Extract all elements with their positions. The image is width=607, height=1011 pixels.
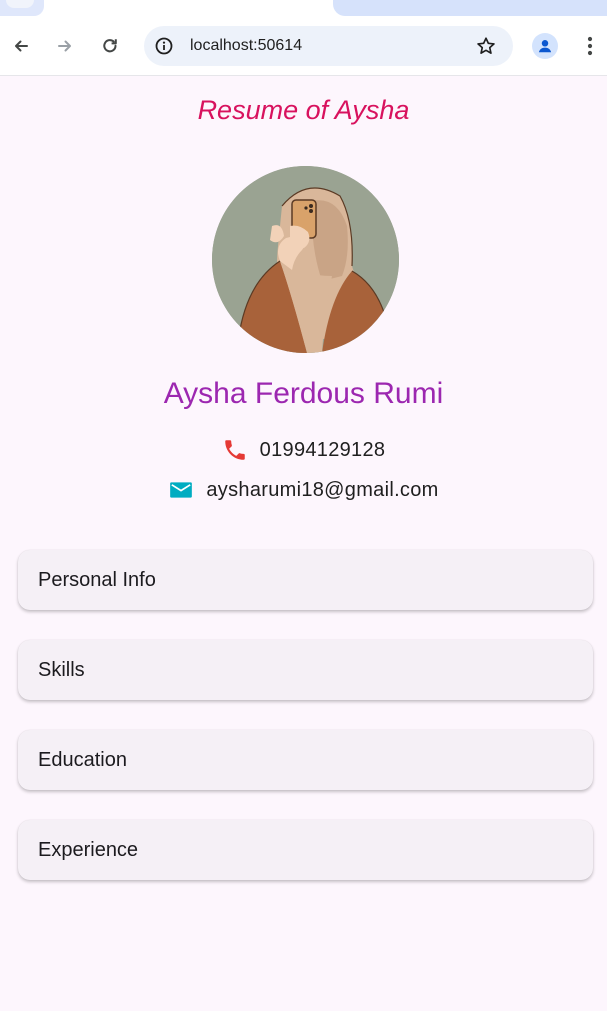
page-content: Resume of Aysha Aysha Ferdous Rumi 01994…	[0, 77, 607, 1011]
star-outline-icon	[477, 37, 495, 54]
info-circle-icon	[155, 37, 173, 55]
browser-menu-button[interactable]	[580, 32, 600, 60]
envelope-icon	[168, 477, 194, 503]
browser-tab[interactable]	[0, 0, 44, 16]
arrow-right-icon	[58, 40, 71, 52]
address-bar[interactable]: localhost:50614	[144, 26, 513, 66]
section-experience[interactable]: Experience	[18, 820, 593, 880]
avatar-illustration	[212, 166, 399, 353]
page-title: Resume of Aysha	[197, 95, 410, 125]
email-row: aysharumi18@gmail.com	[0, 477, 607, 503]
browser-tab-strip-area	[333, 0, 607, 16]
reload-button[interactable]	[94, 30, 126, 62]
avatar	[212, 166, 399, 353]
section-personal-info[interactable]: Personal Info	[18, 550, 593, 610]
url-text[interactable]: localhost:50614	[190, 37, 302, 55]
reload-icon	[103, 39, 117, 53]
forward-button[interactable]	[49, 30, 81, 62]
section-skills[interactable]: Skills	[18, 640, 593, 700]
back-button[interactable]	[5, 30, 37, 62]
email-address[interactable]: aysharumi18@gmail.com	[206, 479, 438, 502]
browser-tab-strip	[0, 0, 607, 16]
bookmark-button[interactable]	[475, 35, 497, 57]
arrow-left-icon	[15, 40, 28, 52]
person-name: Aysha Ferdous Rumi	[163, 377, 444, 410]
section-education[interactable]: Education	[18, 730, 593, 790]
browser-toolbar: localhost:50614	[0, 16, 607, 76]
site-info-button[interactable]	[152, 34, 176, 58]
profile-button[interactable]	[532, 33, 558, 59]
phone-icon	[222, 437, 248, 463]
phone-row: 01994129128	[0, 437, 607, 463]
three-dots-vertical-icon	[587, 36, 593, 56]
phone-number[interactable]: 01994129128	[260, 439, 386, 462]
person-icon	[538, 40, 552, 53]
